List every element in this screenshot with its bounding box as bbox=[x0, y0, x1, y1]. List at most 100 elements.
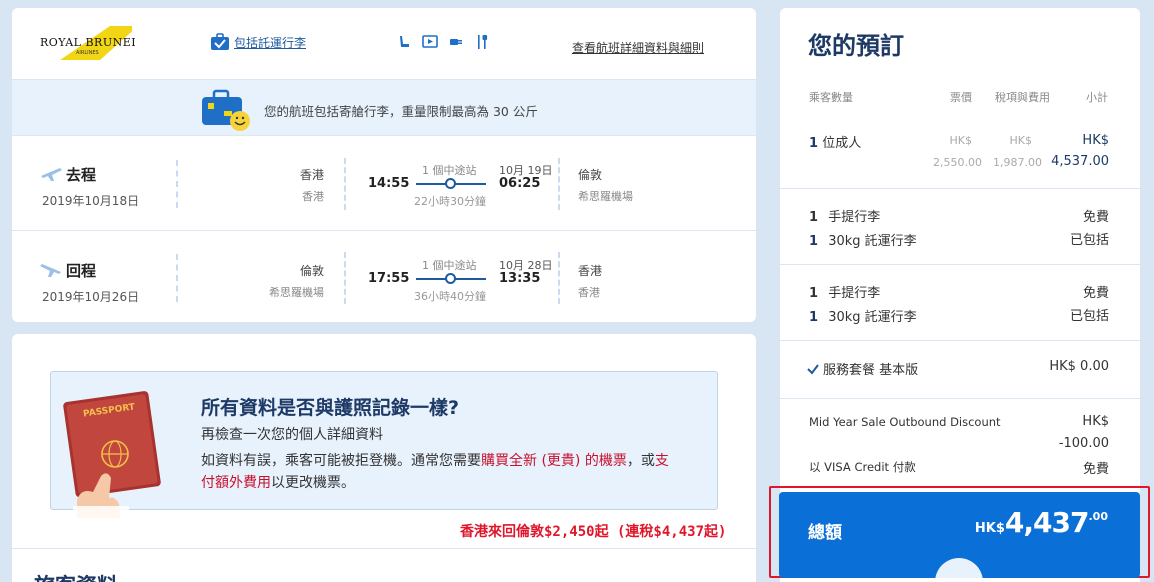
baggage-smile-icon bbox=[202, 89, 250, 131]
inbound-row: 回程 2019年10月26日 倫敦 希思羅機場 17:55 1 個中途站 36小… bbox=[12, 230, 756, 322]
airline-logo-sub: AIRLINES bbox=[76, 50, 99, 56]
inbound-to-airport: 香港 bbox=[578, 286, 600, 299]
bag-group-1: 1 手提行李 免費 1 30kg 託運行李 已包括 bbox=[780, 188, 1140, 264]
outbound-duration: 22小時30分鐘 bbox=[414, 195, 486, 208]
outbound-from-city: 香港 bbox=[299, 168, 324, 182]
airline-logo: ROYAL BRUNEI AIRLINES bbox=[40, 26, 138, 62]
power-icon bbox=[450, 39, 462, 45]
total-bar: 總額 HK$4,437.00 bbox=[779, 492, 1140, 578]
inbound-arrive-time: 13:35 bbox=[499, 271, 541, 286]
discount-value: -100.00 bbox=[1058, 436, 1109, 451]
checked-baggage-price: 已包括 bbox=[1069, 309, 1109, 324]
adult-label: 位成人 bbox=[822, 136, 862, 151]
service-package-line: 服務套餐 基本版 bbox=[807, 359, 918, 378]
total-expand-toggle[interactable] bbox=[935, 558, 983, 578]
col-taxes: 稅項與費用 bbox=[995, 91, 1050, 104]
inbound-from-airport: 希思羅機場 bbox=[269, 286, 324, 299]
hand-baggage-label: 手提行李 bbox=[828, 210, 881, 225]
checked-baggage-line: 1 30kg 託運行李 bbox=[809, 306, 917, 325]
subtotal-currency: HK$ bbox=[1082, 133, 1109, 148]
discount-label: Mid Year Sale Outbound Discount bbox=[809, 415, 1001, 429]
checked-baggage-label: 30kg 託運行李 bbox=[828, 234, 917, 249]
summary-title: 您的預訂 bbox=[808, 32, 904, 60]
baggage-link-group[interactable]: 包括託運行李 bbox=[210, 33, 306, 51]
bag-group-2: 1 手提行李 免費 1 30kg 託運行李 已包括 bbox=[780, 264, 1140, 340]
seat-icon bbox=[400, 36, 409, 47]
promo-caption: 香港來回倫敦$2,450起 (連稅$4,437起) bbox=[460, 524, 727, 540]
inbound-stop-dot bbox=[445, 273, 456, 284]
baggage-banner: 您的航班包括寄艙行李，重量限制最高為 30 公斤 bbox=[12, 79, 756, 136]
passport-card: PASSPORT 所有資料是否與護照記錄一樣? 再檢查一次您的個人詳細資料 如資… bbox=[12, 334, 756, 582]
passport-notice-body: 如資料有誤，乘客可能被拒登機。通常您需要購買全新 (更貴) 的機票，或支付額外費… bbox=[201, 450, 681, 494]
col-subtotal: 小計 bbox=[1086, 91, 1108, 104]
baggage-link[interactable]: 包括託運行李 bbox=[234, 34, 306, 51]
passport-body-text-2: ，或 bbox=[626, 453, 655, 469]
flight-details-link-text[interactable]: 查看航班詳細資料與細則 bbox=[572, 41, 704, 55]
inbound-stops: 1 個中途站 bbox=[422, 259, 477, 272]
checked-baggage-line: 1 30kg 託運行李 bbox=[809, 230, 917, 249]
plane-return-icon bbox=[40, 264, 61, 277]
outbound-date: 2019年10月18日 bbox=[42, 194, 140, 208]
adult-count: 1 bbox=[809, 136, 819, 151]
total-amount: HK$4,437.00 bbox=[975, 506, 1108, 539]
inbound-date: 2019年10月26日 bbox=[42, 290, 140, 304]
total-cents: .00 bbox=[1088, 510, 1109, 523]
outbound-to-airport: 希思羅機場 bbox=[578, 190, 633, 203]
visa-value: 免費 bbox=[1082, 462, 1109, 477]
checked-baggage-count: 1 bbox=[809, 310, 819, 325]
inbound-duration: 36小時40分鐘 bbox=[414, 290, 486, 303]
airline-logo-text: ROYAL BRUNEI bbox=[40, 36, 137, 49]
fare-currency: HK$ bbox=[949, 134, 972, 147]
flight-card: ROYAL BRUNEI AIRLINES 包括託運行李 查看航班詳細資料與細則… bbox=[12, 8, 756, 322]
hand-baggage-count: 1 bbox=[809, 210, 819, 225]
hand-baggage-count: 1 bbox=[809, 286, 819, 301]
buy-new-ticket-link[interactable]: 購買全新 (更貴) 的機票 bbox=[481, 453, 627, 469]
suitcase-check-icon bbox=[211, 33, 229, 50]
fare-value: 2,550.00 bbox=[933, 156, 982, 169]
visa-label: 以 VISA Credit 付款 bbox=[809, 460, 916, 474]
plane-depart-icon bbox=[41, 168, 62, 181]
passport-body-text-1: 如資料有誤，乘客可能被拒登機。通常您需要 bbox=[201, 453, 481, 469]
service-package-price: HK$ 0.00 bbox=[1049, 359, 1109, 374]
hand-baggage-line: 1 手提行李 bbox=[809, 282, 880, 301]
outbound-stop-dot bbox=[445, 178, 456, 189]
outbound-to-city: 倫敦 bbox=[578, 168, 603, 182]
checked-baggage-label: 30kg 託運行李 bbox=[828, 310, 917, 325]
hand-baggage-line: 1 手提行李 bbox=[809, 206, 880, 225]
amenities-icons bbox=[396, 34, 490, 50]
inbound-label: 回程 bbox=[66, 262, 97, 280]
outbound-arrive-time: 06:25 bbox=[499, 176, 541, 191]
hand-baggage-price: 免費 bbox=[1082, 286, 1109, 301]
col-fare: 票價 bbox=[950, 91, 972, 104]
outbound-row: 去程 2019年10月18日 香港 香港 14:55 1 個中途站 22小時30… bbox=[12, 136, 756, 230]
discount-currency: HK$ bbox=[1082, 414, 1109, 429]
subtotal-value: 4,537.00 bbox=[1051, 154, 1109, 169]
checkmark-icon bbox=[807, 363, 819, 375]
tax-value: 1,987.00 bbox=[993, 156, 1042, 169]
passport-body-text-3: 以更改機票。 bbox=[271, 475, 355, 491]
checked-baggage-count: 1 bbox=[809, 234, 819, 249]
hand-baggage-price: 免費 bbox=[1082, 210, 1109, 225]
outbound-from-airport: 香港 bbox=[302, 190, 324, 203]
outbound-stops: 1 個中途站 bbox=[422, 164, 477, 177]
baggage-banner-text: 您的航班包括寄艙行李，重量限制最高為 30 公斤 bbox=[264, 104, 538, 119]
passport-notice: PASSPORT 所有資料是否與護照記錄一樣? 再檢查一次您的個人詳細資料 如資… bbox=[50, 371, 718, 518]
screen-icon bbox=[422, 35, 438, 48]
flight-details-link[interactable]: 查看航班詳細資料與細則 bbox=[572, 37, 704, 56]
total-value: 4,437 bbox=[1004, 506, 1090, 539]
meal-icon bbox=[478, 35, 488, 49]
inbound-from-city: 倫敦 bbox=[299, 264, 324, 278]
hand-baggage-label: 手提行李 bbox=[828, 286, 881, 301]
passport-notice-subtitle: 再檢查一次您的個人詳細資料 bbox=[201, 427, 383, 443]
outbound-label: 去程 bbox=[66, 166, 97, 184]
col-passengers: 乘客數量 bbox=[809, 91, 853, 104]
total-label: 總額 bbox=[808, 523, 842, 543]
inbound-to-city: 香港 bbox=[578, 264, 603, 278]
tax-currency: HK$ bbox=[1009, 134, 1032, 147]
checked-baggage-price: 已包括 bbox=[1069, 233, 1109, 248]
inbound-depart-time: 17:55 bbox=[368, 271, 410, 286]
service-package-label: 服務套餐 基本版 bbox=[823, 363, 919, 378]
outbound-depart-time: 14:55 bbox=[368, 176, 410, 191]
adult-line: 1 位成人 bbox=[809, 132, 861, 151]
total-currency: HK$ bbox=[974, 521, 1005, 536]
